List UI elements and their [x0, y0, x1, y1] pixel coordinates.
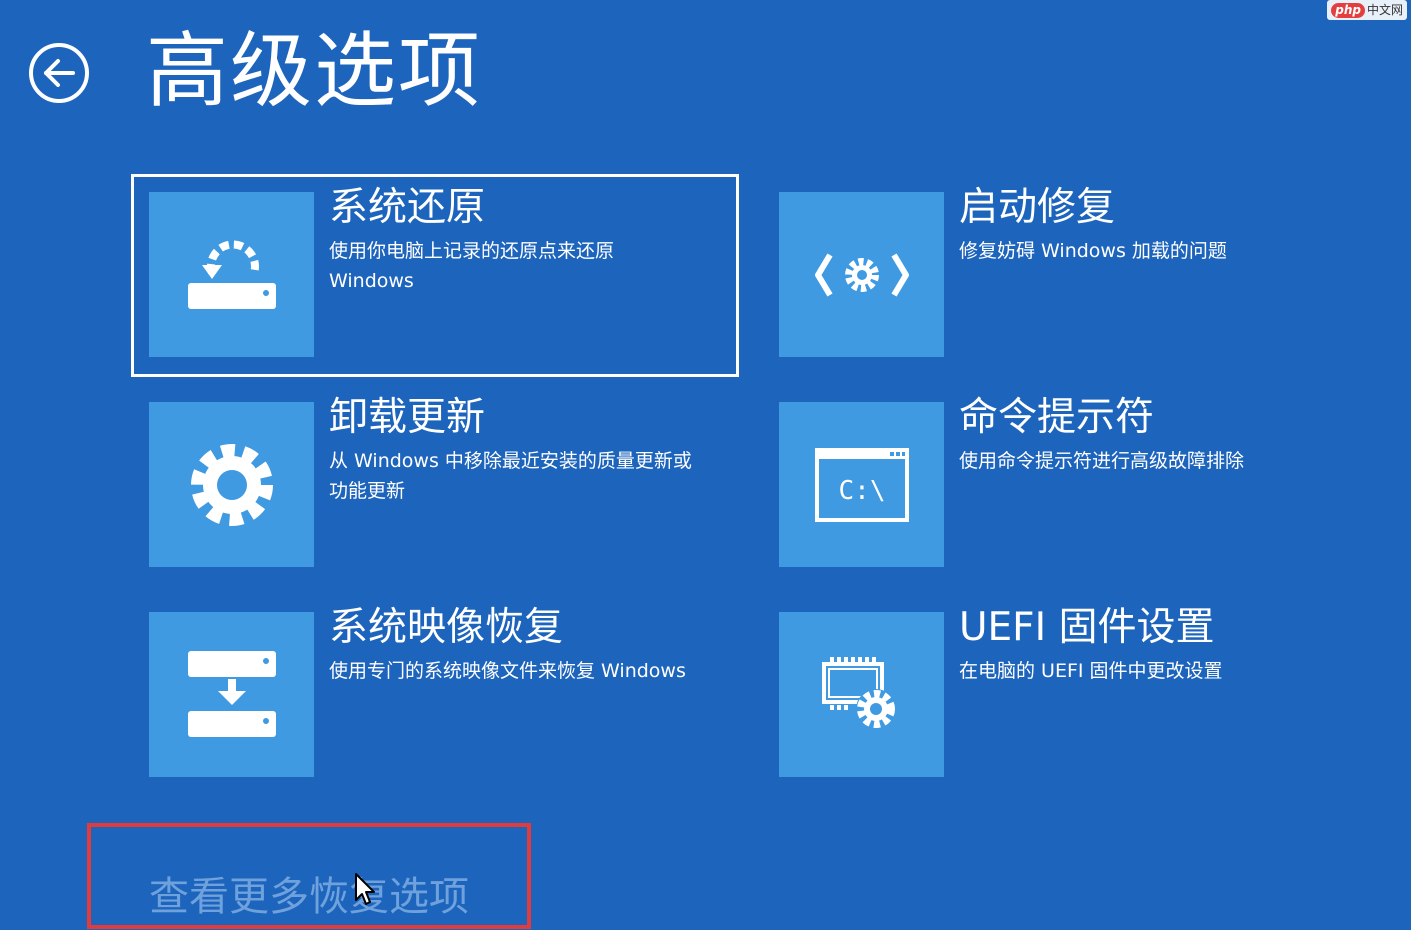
watermark-text: 中文网 — [1366, 2, 1403, 17]
option-description: 使用你电脑上记录的还原点来还原 Windows — [329, 240, 615, 292]
option-name: 启动修复 — [959, 185, 1116, 230]
gear-icon — [190, 443, 273, 526]
option-description: 修复妨碍 Windows 加载的问题 — [959, 240, 1227, 262]
system-image-recovery-icon — [187, 650, 276, 737]
option-system-image-recovery[interactable]: 系统映像恢复 使用专门的系统映像文件来恢复 Windows — [149, 605, 709, 778]
cmd-icon-text: C:\ — [838, 476, 885, 506]
uefi-firmware-icon — [821, 656, 896, 729]
option-tile: C:\ — [779, 402, 944, 567]
more-recovery-options-link[interactable]: 查看更多恢复选项 — [149, 868, 469, 926]
option-description: 在电脑的 UEFI 固件中更改设置 — [959, 660, 1223, 682]
watermark: php 中文网 — [1327, 0, 1407, 20]
watermark-logo: php — [1331, 2, 1365, 18]
option-name: 系统还原 — [329, 185, 486, 230]
option-description: 从 Windows 中移除最近安装的质量更新或功能更新 — [329, 450, 692, 502]
option-description: 使用命令提示符进行高级故障排除 — [959, 450, 1245, 472]
option-tile — [149, 402, 314, 567]
mouse-cursor-icon — [355, 873, 375, 905]
option-name: 系统映像恢复 — [329, 605, 564, 650]
option-startup-repair[interactable]: 启动修复 修复妨碍 Windows 加载的问题 — [779, 185, 1339, 358]
page-title: 高级选项 — [146, 24, 483, 119]
option-description: 使用专门的系统映像文件来恢复 Windows — [329, 660, 686, 682]
option-name: 卸载更新 — [329, 395, 486, 440]
startup-repair-icon — [814, 252, 909, 297]
option-tile — [779, 192, 944, 357]
option-tile — [149, 192, 314, 357]
command-prompt-icon: C:\ — [814, 447, 909, 522]
option-system-restore[interactable]: 系统还原 使用你电脑上记录的还原点来还原 Windows — [149, 185, 709, 358]
option-tile — [149, 612, 314, 777]
back-button[interactable] — [28, 42, 90, 104]
back-arrow-icon — [29, 43, 89, 103]
option-name: 命令提示符 — [959, 395, 1155, 440]
option-command-prompt[interactable]: C:\ 命令提示符 使用命令提示符进行高级故障排除 — [779, 395, 1339, 568]
system-restore-icon — [187, 239, 276, 309]
option-uninstall-updates[interactable]: 卸载更新 从 Windows 中移除最近安装的质量更新或功能更新 — [149, 395, 709, 568]
option-uefi-firmware[interactable]: UEFI 固件设置 在电脑的 UEFI 固件中更改设置 — [779, 605, 1339, 778]
option-tile — [779, 612, 944, 777]
option-name: UEFI 固件设置 — [959, 605, 1215, 650]
